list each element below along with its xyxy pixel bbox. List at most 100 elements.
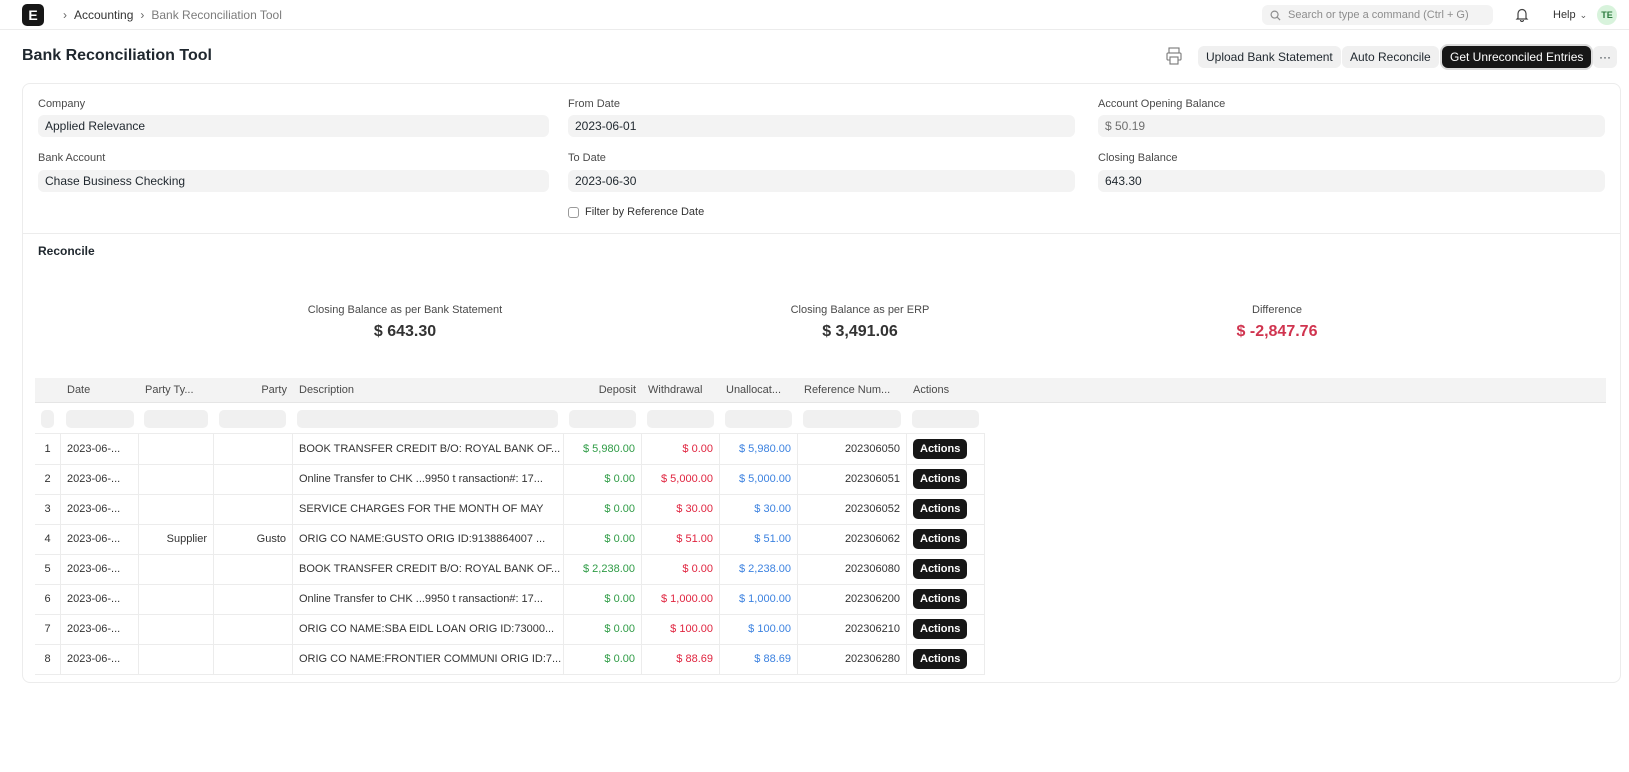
help-label: Help xyxy=(1553,9,1576,21)
bank-account-label: Bank Account xyxy=(38,152,106,164)
top-navbar: E › Accounting › Bank Reconciliation Too… xyxy=(0,0,1629,30)
actions-cell: Actions xyxy=(907,614,985,644)
table-row[interactable]: 5 2023-06-... BOOK TRANSFER CREDIT B/O: RO… xyxy=(35,554,985,585)
reference-cell: 202306210 xyxy=(798,614,907,644)
actions-cell: Actions xyxy=(907,464,985,494)
row-actions-button[interactable]: Actions xyxy=(913,529,968,549)
row-actions-button[interactable]: Actions xyxy=(913,589,968,609)
table-row[interactable]: 2 2023-06-... Online Transfer to CHK ...99… xyxy=(35,464,985,495)
app-logo[interactable]: E xyxy=(22,4,44,26)
col-description[interactable]: Description xyxy=(293,378,564,402)
actions-cell: Actions xyxy=(907,644,985,674)
filter-withdrawal-input[interactable] xyxy=(647,410,714,428)
avatar[interactable]: TE xyxy=(1597,5,1617,25)
table-row[interactable]: 4 2023-06-... Supplier Gusto ORIG CO NAME:GU… xyxy=(35,524,985,555)
party-type-cell xyxy=(139,584,214,614)
unallocated-cell: $ 100.00 xyxy=(720,614,798,644)
to-date-field[interactable]: 2023-06-30 xyxy=(568,170,1075,192)
table-row[interactable]: 7 2023-06-... ORIG CO NAME:SBA EIDL LOAN O… xyxy=(35,614,985,645)
row-actions-button[interactable]: Actions xyxy=(913,619,968,639)
row-actions-button[interactable]: Actions xyxy=(913,649,968,669)
table-filter-row xyxy=(35,403,985,434)
filter-party-input[interactable] xyxy=(219,410,286,428)
description-cell: Online Transfer to CHK ...9950 t ransact… xyxy=(293,584,564,614)
description-cell: ORIG CO NAME:GUSTO ORIG ID:9138864007 ..… xyxy=(293,524,564,554)
to-date-label: To Date xyxy=(568,152,606,164)
row-index: 2 xyxy=(35,464,61,494)
party-type-cell xyxy=(139,494,214,524)
upload-bank-statement-button[interactable]: Upload Bank Statement xyxy=(1198,46,1341,68)
unallocated-cell: $ 1,000.00 xyxy=(720,584,798,614)
deposit-cell: $ 0.00 xyxy=(564,464,642,494)
date-cell: 2023-06-... xyxy=(61,464,139,494)
notification-bell-icon[interactable] xyxy=(1515,7,1529,22)
closing-balance-field[interactable]: 643.30 xyxy=(1098,170,1605,192)
table-row[interactable]: 8 2023-06-... ORIG CO NAME:FRONTIER COMMUN… xyxy=(35,644,985,675)
col-actions[interactable]: Actions xyxy=(907,378,985,402)
actions-cell: Actions xyxy=(907,584,985,614)
date-cell: 2023-06-... xyxy=(61,584,139,614)
date-cell: 2023-06-... xyxy=(61,494,139,524)
printer-icon[interactable] xyxy=(1166,47,1182,65)
col-withdrawal[interactable]: Withdrawal xyxy=(642,378,720,402)
unallocated-cell: $ 88.69 xyxy=(720,644,798,674)
row-actions-button[interactable]: Actions xyxy=(913,439,968,459)
party-cell: Gusto xyxy=(214,524,293,554)
row-actions-button[interactable]: Actions xyxy=(913,469,968,489)
party-type-cell xyxy=(139,644,214,674)
erp-closing-summary: Closing Balance as per ERP $ 3,491.06 xyxy=(710,304,1010,341)
table-header: Date Party Ty... Party Description Depos… xyxy=(35,378,1606,403)
col-party[interactable]: Party xyxy=(214,378,293,402)
row-actions-button[interactable]: Actions xyxy=(913,559,968,579)
deposit-cell: $ 5,980.00 xyxy=(564,434,642,464)
breadcrumb-current[interactable]: Bank Reconciliation Tool xyxy=(151,8,282,22)
deposit-cell: $ 0.00 xyxy=(564,524,642,554)
party-type-cell xyxy=(139,464,214,494)
date-cell: 2023-06-... xyxy=(61,554,139,584)
filter-deposit-input[interactable] xyxy=(569,410,636,428)
more-options-button[interactable]: ··· xyxy=(1593,46,1617,68)
get-unreconciled-entries-button[interactable]: Get Unreconciled Entries xyxy=(1442,46,1592,68)
filter-party-type-input[interactable] xyxy=(144,410,208,428)
party-type-cell: Supplier xyxy=(139,524,214,554)
party-cell xyxy=(214,494,293,524)
description-cell: SERVICE CHARGES FOR THE MONTH OF MAY xyxy=(293,494,564,524)
filter-unallocated-input[interactable] xyxy=(725,410,792,428)
from-date-field[interactable]: 2023-06-01 xyxy=(568,115,1075,137)
party-cell xyxy=(214,614,293,644)
breadcrumb-accounting[interactable]: Accounting xyxy=(74,8,133,22)
row-index: 1 xyxy=(35,434,61,464)
help-dropdown[interactable]: Help ⌄ xyxy=(1553,0,1587,30)
party-cell xyxy=(214,554,293,584)
col-date[interactable]: Date xyxy=(61,378,139,402)
filter-description-input[interactable] xyxy=(297,410,558,428)
table-row[interactable]: 6 2023-06-... Online Transfer to CHK ...99… xyxy=(35,584,985,615)
description-cell: Online Transfer to CHK ...9950 t ransact… xyxy=(293,464,564,494)
filter-reference-input[interactable] xyxy=(803,410,901,428)
bank-account-field[interactable]: Chase Business Checking xyxy=(38,170,549,192)
filter-reference-date-checkbox[interactable] xyxy=(568,206,579,218)
difference-value: $ -2,847.76 xyxy=(1236,323,1318,340)
closing-balance-label: Closing Balance xyxy=(1098,152,1178,164)
difference-label: Difference xyxy=(1252,304,1302,316)
reference-cell: 202306051 xyxy=(798,464,907,494)
col-reference-number[interactable]: Reference Num... xyxy=(798,378,907,402)
date-cell: 2023-06-... xyxy=(61,614,139,644)
opening-balance-field: $ 50.19 xyxy=(1098,115,1605,137)
table-row[interactable]: 1 2023-06-... BOOK TRANSFER CREDIT B/O: RO… xyxy=(35,434,985,465)
filter-reference-date-label: Filter by Reference Date xyxy=(585,206,705,218)
col-deposit[interactable]: Deposit xyxy=(564,378,642,402)
party-cell xyxy=(214,644,293,674)
party-type-cell xyxy=(139,434,214,464)
company-field[interactable]: Applied Relevance xyxy=(38,115,549,137)
date-cell: 2023-06-... xyxy=(61,644,139,674)
col-party-type[interactable]: Party Ty... xyxy=(139,378,214,402)
auto-reconcile-button[interactable]: Auto Reconcile xyxy=(1342,46,1439,68)
search-input[interactable]: Search or type a command (Ctrl + G) xyxy=(1262,5,1493,25)
table-row[interactable]: 3 2023-06-... SERVICE CHARGES FOR THE MONT… xyxy=(35,494,985,525)
row-actions-button[interactable]: Actions xyxy=(913,499,968,519)
filter-date-input[interactable] xyxy=(66,410,134,428)
row-index: 7 xyxy=(35,614,61,644)
filter-by-reference-date[interactable]: Filter by Reference Date xyxy=(568,206,704,218)
col-unallocated[interactable]: Unallocat... xyxy=(720,378,798,402)
